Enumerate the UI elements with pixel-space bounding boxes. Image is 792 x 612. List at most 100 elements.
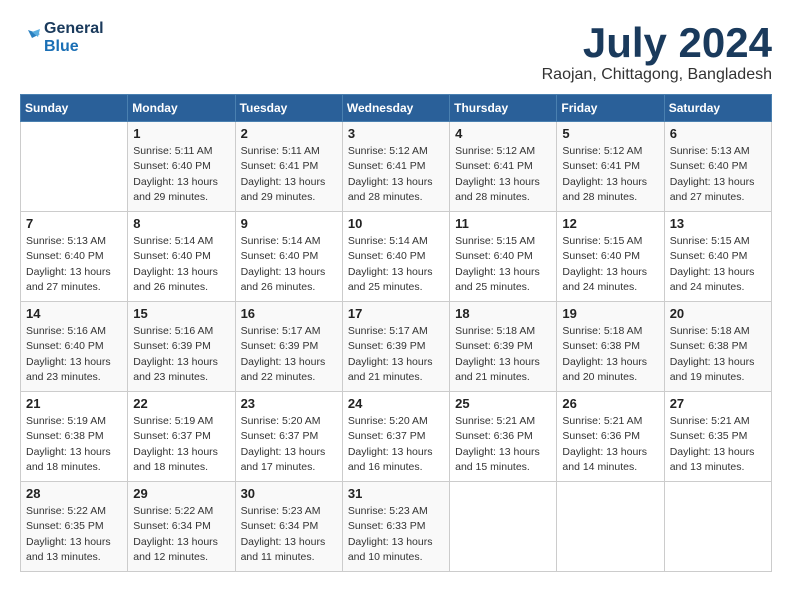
day-info: Sunrise: 5:20 AM Sunset: 6:37 PM Dayligh… <box>241 414 337 475</box>
week-row: 14 Sunrise: 5:16 AM Sunset: 6:40 PM Dayli… <box>21 302 772 392</box>
day-cell: 15 Sunrise: 5:16 AM Sunset: 6:39 PM Dayli… <box>128 302 235 392</box>
day-number: 15 <box>133 306 229 321</box>
day-info: Sunrise: 5:16 AM Sunset: 6:39 PM Dayligh… <box>133 324 229 385</box>
day-number: 14 <box>26 306 122 321</box>
day-cell: 10 Sunrise: 5:14 AM Sunset: 6:40 PM Dayli… <box>342 212 449 302</box>
day-cell: 18Sunrise: 5:18 AM Sunset: 6:39 PM Dayli… <box>450 302 557 392</box>
day-number: 23 <box>241 396 337 411</box>
day-info: Sunrise: 5:21 AM Sunset: 6:36 PM Dayligh… <box>562 414 658 475</box>
header-row: SundayMondayTuesdayWednesdayThursdayFrid… <box>21 95 772 122</box>
day-number: 17 <box>348 306 444 321</box>
day-cell: 24Sunrise: 5:20 AM Sunset: 6:37 PM Dayli… <box>342 392 449 482</box>
day-cell <box>450 482 557 572</box>
day-cell: 23 Sunrise: 5:20 AM Sunset: 6:37 PM Dayli… <box>235 392 342 482</box>
week-row: 7 Sunrise: 5:13 AM Sunset: 6:40 PM Daylig… <box>21 212 772 302</box>
day-cell: 26Sunrise: 5:21 AM Sunset: 6:36 PM Dayli… <box>557 392 664 482</box>
day-info: Sunrise: 5:13 AM Sunset: 6:40 PM Dayligh… <box>670 144 766 205</box>
day-info: Sunrise: 5:11 AM Sunset: 6:41 PM Dayligh… <box>241 144 337 205</box>
day-header: Friday <box>557 95 664 122</box>
day-cell <box>664 482 771 572</box>
day-number: 27 <box>670 396 766 411</box>
day-header: Saturday <box>664 95 771 122</box>
day-number: 9 <box>241 216 337 231</box>
day-number: 7 <box>26 216 122 231</box>
day-number: 29 <box>133 486 229 501</box>
day-header: Monday <box>128 95 235 122</box>
day-info: Sunrise: 5:18 AM Sunset: 6:38 PM Dayligh… <box>562 324 658 385</box>
day-info: Sunrise: 5:22 AM Sunset: 6:34 PM Dayligh… <box>133 504 229 565</box>
day-info: Sunrise: 5:14 AM Sunset: 6:40 PM Dayligh… <box>241 234 337 295</box>
location-title: Raojan, Chittagong, Bangladesh <box>542 66 772 84</box>
day-info: Sunrise: 5:14 AM Sunset: 6:40 PM Dayligh… <box>348 234 444 295</box>
day-info: Sunrise: 5:19 AM Sunset: 6:37 PM Dayligh… <box>133 414 229 475</box>
day-info: Sunrise: 5:15 AM Sunset: 6:40 PM Dayligh… <box>670 234 766 295</box>
day-header: Tuesday <box>235 95 342 122</box>
day-info: Sunrise: 5:15 AM Sunset: 6:40 PM Dayligh… <box>562 234 658 295</box>
day-info: Sunrise: 5:15 AM Sunset: 6:40 PM Dayligh… <box>455 234 551 295</box>
day-number: 3 <box>348 126 444 141</box>
day-number: 24 <box>348 396 444 411</box>
day-info: Sunrise: 5:17 AM Sunset: 6:39 PM Dayligh… <box>348 324 444 385</box>
month-title: July 2024 <box>542 20 772 66</box>
title-area: July 2024 Raojan, Chittagong, Bangladesh <box>542 20 772 84</box>
day-number: 18 <box>455 306 551 321</box>
day-cell: 14 Sunrise: 5:16 AM Sunset: 6:40 PM Dayli… <box>21 302 128 392</box>
day-cell: 30Sunrise: 5:23 AM Sunset: 6:34 PM Dayli… <box>235 482 342 572</box>
day-info: Sunrise: 5:17 AM Sunset: 6:39 PM Dayligh… <box>241 324 337 385</box>
week-row: 28Sunrise: 5:22 AM Sunset: 6:35 PM Dayli… <box>21 482 772 572</box>
day-cell: 9 Sunrise: 5:14 AM Sunset: 6:40 PM Daylig… <box>235 212 342 302</box>
day-cell <box>557 482 664 572</box>
day-cell <box>21 122 128 212</box>
day-info: Sunrise: 5:19 AM Sunset: 6:38 PM Dayligh… <box>26 414 122 475</box>
logo-wrapper: General Blue <box>20 20 104 55</box>
logo-bird-icon <box>20 26 40 48</box>
day-cell: 19 Sunrise: 5:18 AM Sunset: 6:38 PM Dayli… <box>557 302 664 392</box>
day-info: Sunrise: 5:12 AM Sunset: 6:41 PM Dayligh… <box>455 144 551 205</box>
day-cell: 28Sunrise: 5:22 AM Sunset: 6:35 PM Dayli… <box>21 482 128 572</box>
day-number: 20 <box>670 306 766 321</box>
day-cell: 29 Sunrise: 5:22 AM Sunset: 6:34 PM Dayli… <box>128 482 235 572</box>
day-cell: 13 Sunrise: 5:15 AM Sunset: 6:40 PM Dayli… <box>664 212 771 302</box>
day-number: 10 <box>348 216 444 231</box>
day-info: Sunrise: 5:14 AM Sunset: 6:40 PM Dayligh… <box>133 234 229 295</box>
logo: General Blue <box>20 20 104 55</box>
day-cell: 27Sunrise: 5:21 AM Sunset: 6:35 PM Dayli… <box>664 392 771 482</box>
day-number: 2 <box>241 126 337 141</box>
day-number: 22 <box>133 396 229 411</box>
day-info: Sunrise: 5:22 AM Sunset: 6:35 PM Dayligh… <box>26 504 122 565</box>
day-number: 30 <box>241 486 337 501</box>
day-cell: 16 Sunrise: 5:17 AM Sunset: 6:39 PM Dayli… <box>235 302 342 392</box>
day-cell: 25Sunrise: 5:21 AM Sunset: 6:36 PM Dayli… <box>450 392 557 482</box>
day-header: Sunday <box>21 95 128 122</box>
day-number: 13 <box>670 216 766 231</box>
day-cell: 4Sunrise: 5:12 AM Sunset: 6:41 PM Daylig… <box>450 122 557 212</box>
day-cell: 7 Sunrise: 5:13 AM Sunset: 6:40 PM Daylig… <box>21 212 128 302</box>
day-number: 1 <box>133 126 229 141</box>
week-row: 1Sunrise: 5:11 AM Sunset: 6:40 PM Daylig… <box>21 122 772 212</box>
day-number: 19 <box>562 306 658 321</box>
day-info: Sunrise: 5:12 AM Sunset: 6:41 PM Dayligh… <box>348 144 444 205</box>
day-number: 6 <box>670 126 766 141</box>
day-info: Sunrise: 5:13 AM Sunset: 6:40 PM Dayligh… <box>26 234 122 295</box>
day-cell: 31 Sunrise: 5:23 AM Sunset: 6:33 PM Dayli… <box>342 482 449 572</box>
day-info: Sunrise: 5:23 AM Sunset: 6:33 PM Dayligh… <box>348 504 444 565</box>
day-cell: 20Sunrise: 5:18 AM Sunset: 6:38 PM Dayli… <box>664 302 771 392</box>
day-cell: 5 Sunrise: 5:12 AM Sunset: 6:41 PM Daylig… <box>557 122 664 212</box>
day-cell: 1Sunrise: 5:11 AM Sunset: 6:40 PM Daylig… <box>128 122 235 212</box>
day-info: Sunrise: 5:16 AM Sunset: 6:40 PM Dayligh… <box>26 324 122 385</box>
header: General Blue July 2024 Raojan, Chittagon… <box>20 20 772 84</box>
day-header: Thursday <box>450 95 557 122</box>
day-cell: 21Sunrise: 5:19 AM Sunset: 6:38 PM Dayli… <box>21 392 128 482</box>
calendar-table: SundayMondayTuesdayWednesdayThursdayFrid… <box>20 94 772 572</box>
day-info: Sunrise: 5:12 AM Sunset: 6:41 PM Dayligh… <box>562 144 658 205</box>
day-cell: 6 Sunrise: 5:13 AM Sunset: 6:40 PM Daylig… <box>664 122 771 212</box>
day-cell: 8 Sunrise: 5:14 AM Sunset: 6:40 PM Daylig… <box>128 212 235 302</box>
day-number: 31 <box>348 486 444 501</box>
day-cell: 2 Sunrise: 5:11 AM Sunset: 6:41 PM Daylig… <box>235 122 342 212</box>
day-number: 11 <box>455 216 551 231</box>
day-info: Sunrise: 5:21 AM Sunset: 6:36 PM Dayligh… <box>455 414 551 475</box>
day-number: 16 <box>241 306 337 321</box>
week-row: 21Sunrise: 5:19 AM Sunset: 6:38 PM Dayli… <box>21 392 772 482</box>
day-number: 5 <box>562 126 658 141</box>
day-number: 8 <box>133 216 229 231</box>
